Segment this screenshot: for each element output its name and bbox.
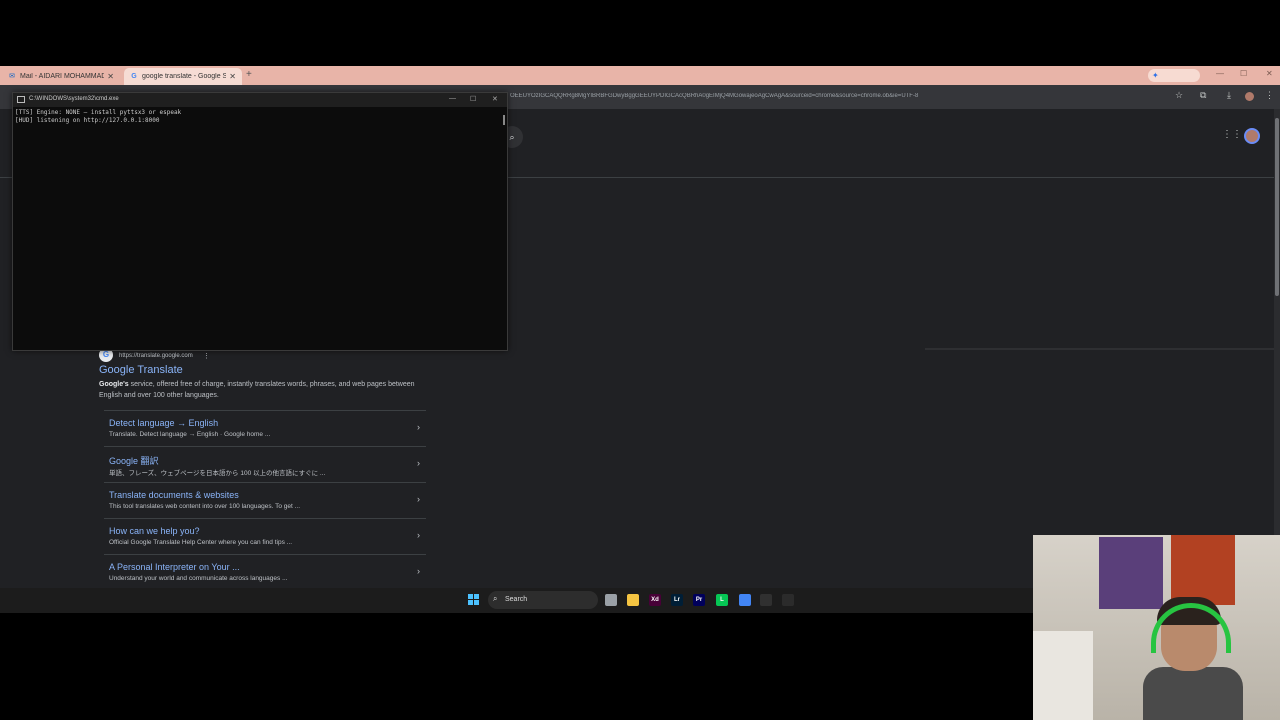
tab-google-translate[interactable]: G google translate - Google Sea ✕	[124, 68, 242, 85]
tab-label: google translate - Google Sea	[142, 73, 227, 80]
download-icon[interactable]: ⤓	[1227, 90, 1231, 101]
gemini-button[interactable]: ✦	[1148, 69, 1200, 82]
sitelink-desc: This tool translates web content into ov…	[109, 503, 301, 510]
address-bar[interactable]: OEEUYOzIGCAQQRRg8MgYIBRBFGDwyBggGEEUYPDI…	[510, 93, 1160, 99]
minimize-icon[interactable]: —	[449, 95, 456, 102]
tab-label: Mail - AIDARI MOHAMMAD -	[20, 73, 105, 80]
snippet-bold: Google's	[99, 381, 129, 388]
menu-icon[interactable]: ⋮	[1265, 90, 1274, 101]
adobe-xd-icon[interactable]: Xd	[649, 594, 661, 606]
minimize-icon[interactable]: —	[1216, 69, 1224, 78]
chevron-right-icon[interactable]: ›	[417, 422, 420, 432]
screen: ✉ Mail - AIDARI MOHAMMAD - ✕ G google tr…	[0, 0, 1280, 720]
sitelink-item[interactable]: Google 翻訳 単語、フレーズ、ウェブページを日本語から 100 以上の他言…	[104, 446, 426, 482]
sitelink-desc: Translate. Detect language → English · G…	[109, 431, 271, 438]
tab-mail[interactable]: ✉ Mail - AIDARI MOHAMMAD - ✕	[2, 68, 120, 85]
sitelink-title[interactable]: A Personal Interpreter on Your ...	[109, 562, 240, 572]
chevron-right-icon[interactable]: ›	[417, 458, 420, 468]
cmd-output[interactable]: [TTS] Engine: NONE — install pyttsx3 or …	[15, 109, 500, 125]
result-title[interactable]: Google Translate	[99, 364, 183, 376]
maximize-icon[interactable]: ☐	[470, 95, 476, 103]
lightroom-icon[interactable]: Lr	[671, 594, 683, 606]
chevron-right-icon[interactable]: ›	[417, 566, 420, 576]
chevron-right-icon[interactable]: ›	[417, 530, 420, 540]
new-tab-button[interactable]: +	[246, 69, 252, 80]
close-icon[interactable]: ✕	[107, 72, 114, 81]
streamer-body	[1143, 667, 1243, 720]
terminal-icon	[17, 96, 25, 103]
sitelink-title[interactable]: Detect language → English	[109, 418, 218, 428]
line-icon[interactable]: L	[716, 594, 728, 606]
maximize-icon[interactable]: ☐	[1240, 69, 1247, 78]
bookmark-star-icon[interactable]: ☆	[1175, 90, 1183, 101]
cmd-titlebar[interactable]: C:\WINDOWS\system32\cmd.exe — ☐ ✕	[13, 93, 507, 107]
webcam-overlay	[1033, 535, 1280, 720]
sitelink-title[interactable]: Translate documents & websites	[109, 490, 239, 500]
profile-icon[interactable]	[1245, 92, 1254, 101]
sitelink-desc: Understand your world and communicate ac…	[109, 575, 288, 582]
snippet-text: service, offered free of charge, instant…	[99, 381, 415, 399]
panel-divider	[925, 348, 1274, 350]
outlook-icon: ✉	[9, 72, 15, 80]
shelf	[1033, 631, 1093, 720]
sitelink-item[interactable]: Translate documents & websites This tool…	[104, 482, 426, 518]
search-icon: ⌕	[493, 594, 498, 603]
close-icon[interactable]: ✕	[229, 72, 236, 81]
avatar[interactable]	[1244, 128, 1260, 144]
sitelink-title[interactable]: How can we help you?	[109, 526, 200, 536]
task-view-icon[interactable]	[605, 594, 617, 606]
cmd-window[interactable]: C:\WINDOWS\system32\cmd.exe — ☐ ✕ [TTS] …	[12, 92, 508, 351]
result-url[interactable]: https://translate.google.com	[119, 353, 193, 359]
chrome-icon[interactable]	[739, 594, 751, 606]
result-menu-icon[interactable]: ⋮	[203, 352, 210, 360]
result-snippet: Google's service, offered free of charge…	[99, 379, 429, 401]
taskbar-search[interactable]: Search	[488, 591, 598, 609]
google-icon: G	[131, 72, 137, 80]
streamer	[1143, 597, 1243, 720]
sitelink-item[interactable]: A Personal Interpreter on Your ... Under…	[104, 554, 426, 588]
sitelink-title[interactable]: Google 翻訳	[109, 454, 159, 467]
obs-icon[interactable]	[760, 594, 772, 606]
file-explorer-icon[interactable]	[627, 594, 639, 606]
scrollbar-thumb[interactable]	[1275, 118, 1279, 296]
sitelink-desc: 単語、フレーズ、ウェブページを日本語から 100 以上の他言語にすぐに ...	[109, 470, 326, 477]
scrollbar[interactable]	[503, 115, 505, 125]
cmd-title: C:\WINDOWS\system32\cmd.exe	[29, 96, 119, 102]
chevron-right-icon[interactable]: ›	[417, 494, 420, 504]
close-icon[interactable]: ✕	[492, 95, 498, 103]
extensions-icon[interactable]: ⧉	[1200, 90, 1206, 101]
sitelink-item[interactable]: Detect language → English Translate. Det…	[104, 410, 426, 446]
terminal-icon[interactable]	[782, 594, 794, 606]
wall-flag	[1171, 535, 1235, 605]
tab-strip: ✉ Mail - AIDARI MOHAMMAD - ✕ G google tr…	[0, 66, 1280, 85]
sitelink-item[interactable]: How can we help you? Official Google Tra…	[104, 518, 426, 554]
windows-start-icon[interactable]	[468, 594, 480, 606]
premiere-icon[interactable]: Pr	[693, 594, 705, 606]
sitelink-desc: Official Google Translate Help Center wh…	[109, 539, 293, 546]
close-window-icon[interactable]: ✕	[1266, 69, 1273, 78]
